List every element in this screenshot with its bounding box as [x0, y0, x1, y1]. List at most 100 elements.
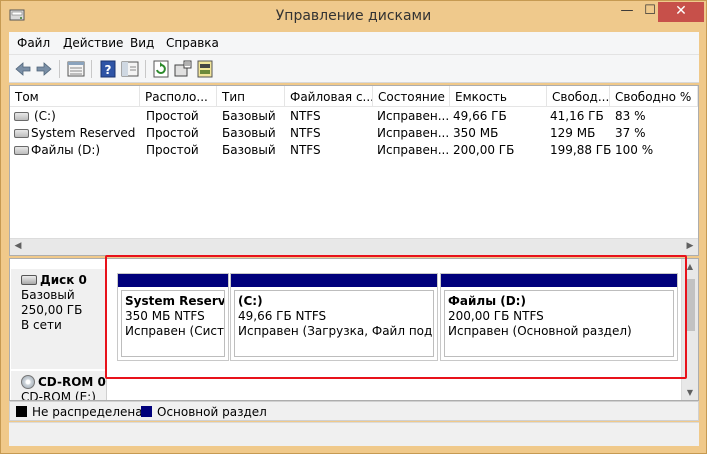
cell-capacity: 200,00 ГБ — [453, 143, 515, 157]
column-header-capacity[interactable]: Емкость — [450, 86, 547, 107]
legend-label-unallocated: Не распределена — [32, 405, 143, 419]
volume-icon — [14, 146, 29, 155]
legend-swatch-primary — [141, 406, 152, 417]
column-header-free[interactable]: Свобод... — [547, 86, 610, 107]
cdrom-0-label[interactable]: CD-ROM 0 CD-ROM (E:) — [11, 371, 107, 401]
partition-status: Исправен (Систем — [125, 324, 224, 338]
toolbar-separator — [145, 60, 146, 78]
table-row[interactable]: Файлы (D:) Простой Базовый NTFS Исправен… — [10, 142, 698, 159]
disk-properties-icon[interactable] — [195, 59, 215, 79]
partition-size: 200,00 ГБ NTFS — [448, 309, 544, 323]
scroll-down-icon[interactable]: ▼ — [682, 388, 698, 397]
cell-layout: Простой — [146, 143, 199, 157]
column-header-filesystem[interactable]: Файловая с... — [285, 86, 373, 107]
cdrom-0-title: CD-ROM 0 — [38, 375, 106, 389]
cell-free-percent: 37 % — [615, 126, 646, 140]
cell-type: Базовый — [222, 109, 276, 123]
partition-bar — [118, 274, 228, 287]
cell-layout: Простой — [146, 126, 199, 140]
disk-graphical-view: Диск 0 Базовый 250,00 ГБ В сети System R… — [9, 258, 699, 401]
column-header-volume[interactable]: Том — [10, 86, 140, 107]
console-icon[interactable] — [120, 59, 140, 79]
partition-status: Исправен (Основной раздел) — [448, 324, 632, 338]
menu-view[interactable]: Вид — [130, 36, 154, 50]
cell-type: Базовый — [222, 143, 276, 157]
cell-status: Исправен... — [377, 143, 450, 157]
svg-text:?: ? — [105, 63, 112, 77]
partition-c[interactable]: (C:) 49,66 ГБ NTFS Исправен (Загрузка, Ф… — [230, 273, 438, 361]
partition-status: Исправен (Загрузка, Файл подкачки — [238, 324, 433, 338]
partition-bar — [231, 274, 437, 287]
forward-icon[interactable] — [34, 59, 54, 79]
maximize-button[interactable]: ☐ — [642, 2, 658, 22]
view-icon[interactable] — [66, 59, 86, 79]
legend-swatch-unallocated — [16, 406, 27, 417]
partition-name: System Reserved — [125, 294, 225, 308]
vertical-scrollbar[interactable]: ▲ ▼ — [681, 259, 698, 400]
disk-0-label[interactable]: Диск 0 Базовый 250,00 ГБ В сети — [11, 269, 107, 369]
legend-label-primary: Основной раздел — [157, 405, 267, 419]
scroll-up-icon[interactable]: ▲ — [682, 262, 698, 271]
hard-disk-icon — [21, 275, 37, 285]
scroll-left-icon[interactable]: ◀ — [10, 241, 26, 251]
cell-status: Исправен... — [377, 109, 450, 123]
column-header-status[interactable]: Состояние — [373, 86, 450, 107]
cell-free-percent: 83 % — [615, 109, 646, 123]
cell-free: 129 МБ — [550, 126, 596, 140]
menu-help[interactable]: Справка — [166, 36, 219, 50]
partition-size: 350 МБ NTFS — [125, 309, 205, 323]
title-bar[interactable]: Управление дисками — ☐ ✕ — [1, 1, 706, 32]
table-row[interactable]: (C:) Простой Базовый NTFS Исправен... 49… — [10, 108, 698, 125]
partition-size: 49,66 ГБ NTFS — [238, 309, 327, 323]
toolbar-separator — [59, 60, 60, 78]
back-icon[interactable] — [13, 59, 33, 79]
volume-icon — [14, 129, 29, 138]
refresh-icon[interactable] — [151, 59, 171, 79]
partition-name: (C:) — [238, 294, 263, 308]
column-header-layout[interactable]: Располо... — [140, 86, 217, 107]
scroll-thumb[interactable] — [685, 279, 695, 331]
cell-free: 199,88 ГБ — [550, 143, 612, 157]
cell-type: Базовый — [222, 126, 276, 140]
partition-system-reserved[interactable]: System Reserved 350 МБ NTFS Исправен (Си… — [117, 273, 229, 361]
column-header-type[interactable]: Тип — [217, 86, 285, 107]
cd-rom-icon — [21, 375, 35, 389]
cell-capacity: 49,66 ГБ — [453, 109, 507, 123]
scroll-right-icon[interactable]: ▶ — [682, 241, 698, 251]
menu-file[interactable]: Файл — [17, 36, 50, 50]
disk-management-window: Управление дисками — ☐ ✕ Файл Действие В… — [0, 0, 707, 454]
disk-0-size: 250,00 ГБ — [21, 303, 83, 317]
partition-name: Файлы (D:) — [448, 294, 526, 308]
cell-free-percent: 100 % — [615, 143, 654, 157]
cell-filesystem: NTFS — [290, 126, 321, 140]
status-bar — [9, 422, 699, 446]
volume-list: Том Располо... Тип Файловая с... Состоян… — [9, 85, 699, 256]
window-title: Управление дисками — [275, 8, 432, 24]
legend: Не распределена Основной раздел — [9, 401, 699, 421]
properties-icon[interactable] — [173, 59, 193, 79]
menu-action[interactable]: Действие — [63, 36, 123, 50]
cell-volume: Файлы (D:) — [31, 143, 101, 157]
partition-d[interactable]: Файлы (D:) 200,00 ГБ NTFS Исправен (Осно… — [440, 273, 678, 361]
cell-layout: Простой — [146, 109, 199, 123]
toolbar-separator — [91, 60, 92, 78]
cdrom-0-subtitle: CD-ROM (E:) — [21, 390, 96, 401]
horizontal-scrollbar[interactable]: ◀ ▶ — [10, 238, 698, 255]
cell-volume: (C:) — [34, 109, 56, 123]
minimize-button[interactable]: — — [613, 2, 641, 22]
cell-volume: System Reserved — [31, 126, 136, 140]
cell-filesystem: NTFS — [290, 109, 321, 123]
table-row[interactable]: System Reserved Простой Базовый NTFS Исп… — [10, 125, 698, 142]
help-icon[interactable]: ? — [98, 59, 118, 79]
cell-status: Исправен... — [377, 126, 450, 140]
menu-bar: Файл Действие Вид Справка — [9, 32, 699, 55]
close-button[interactable]: ✕ — [658, 2, 704, 22]
column-header-free-percent[interactable]: Свободно % — [610, 86, 698, 107]
cell-free: 41,16 ГБ — [550, 109, 604, 123]
volume-icon — [14, 112, 29, 121]
cell-capacity: 350 МБ — [453, 126, 499, 140]
cell-filesystem: NTFS — [290, 143, 321, 157]
partition-bar — [441, 274, 677, 287]
disk-0-type: Базовый — [21, 288, 75, 302]
disk-0-state: В сети — [21, 318, 62, 332]
